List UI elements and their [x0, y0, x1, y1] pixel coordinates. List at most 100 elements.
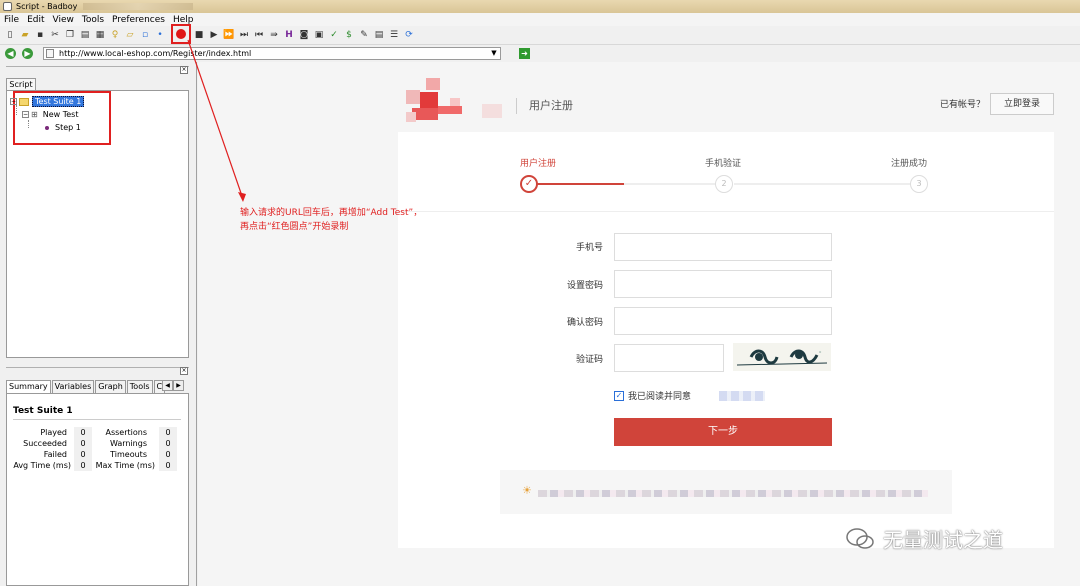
open-icon[interactable]: ▰	[19, 29, 31, 41]
pane-divider	[6, 367, 189, 376]
refresh-icon[interactable]: ⟳	[403, 29, 415, 41]
step-label-1: 用户注册	[520, 159, 557, 169]
fast-forward-icon[interactable]: ⏭	[238, 29, 250, 41]
progress-bar-done	[536, 183, 624, 185]
tab-tools[interactable]: Tools	[126, 380, 153, 393]
tab-variables[interactable]: Variables	[51, 380, 95, 393]
step-label: Step 1	[55, 123, 81, 132]
phone-input[interactable]	[614, 233, 832, 261]
dollar-icon[interactable]: $	[343, 29, 355, 41]
register-card: 用户注册 手机验证 注册成功 ✓ 2 3 手机号 设置密码 确认密码 验证码 ₒ	[398, 132, 1054, 548]
browser-view: 用户注册 已有帐号？ 立即登录 用户注册 手机验证 注册成功 ✓ 2 3 手机号…	[198, 62, 1080, 586]
record-button[interactable]	[171, 24, 191, 44]
url-combobox[interactable]: http://www.local-eshop.com/Register/inde…	[43, 46, 501, 60]
password-input[interactable]	[614, 270, 832, 298]
toolbar: ▯ ▰ ▪ ✂ ❐ ▤ ▦ ♀ ▱ ▫ • ■ ▶ ⏩ ⏭ ⏮ ⇛ H ◙ ▣ …	[0, 24, 1080, 45]
new-icon[interactable]: ▯	[4, 29, 16, 41]
folder-add-icon[interactable]: ▱	[124, 29, 136, 41]
agree-row[interactable]: ✓ 我已阅读并同意	[614, 389, 766, 402]
screen-icon[interactable]: ▣	[313, 29, 325, 41]
annotation-line-1: 输入请求的URL回车后，再增加“Add Test”，	[240, 208, 423, 218]
paste-icon[interactable]: ▤	[79, 29, 91, 41]
close-icon[interactable]: ×	[180, 66, 188, 74]
chevron-right-icon[interactable]: ▶	[173, 380, 184, 391]
rewind-icon[interactable]: ⏮	[253, 29, 265, 41]
pane-header	[6, 66, 189, 75]
step-number-3: 3	[910, 175, 928, 193]
close-icon[interactable]: ×	[180, 367, 188, 375]
stat-label: Timeouts	[110, 450, 147, 459]
agree-checkbox[interactable]: ✓	[614, 390, 624, 401]
play-icon[interactable]: ▶	[208, 29, 220, 41]
tab-script[interactable]: Script	[6, 78, 36, 90]
step-number-2: 2	[715, 175, 733, 193]
menu-help[interactable]: Help	[173, 15, 194, 25]
wechat-icon	[846, 527, 874, 549]
collapse-icon[interactable]: −	[10, 98, 17, 105]
step-label-3: 注册成功	[891, 159, 928, 169]
tab-graph[interactable]: Graph	[95, 380, 126, 393]
watermark: 无量测试之道	[845, 524, 1003, 553]
save-icon[interactable]: ▪	[34, 29, 46, 41]
phone-label: 手机号	[575, 243, 603, 253]
menu-edit[interactable]: Edit	[27, 15, 44, 25]
stat-value: 0	[159, 427, 177, 438]
summary-tabs: Summary Variables Graph Tools C	[6, 380, 166, 393]
stat-label: Warnings	[109, 439, 147, 448]
collapse-icon[interactable]: −	[22, 111, 29, 118]
camera-icon[interactable]: ◙	[298, 29, 310, 41]
left-pane: × Script − Test Suite 1 − ⊞ New Test Ste…	[0, 62, 197, 586]
stat-label: Failed	[43, 450, 67, 459]
tree-item-step[interactable]: Step 1	[45, 123, 81, 132]
test-icon: ⊞	[31, 110, 38, 119]
agreement-link-blurred[interactable]	[719, 390, 766, 401]
agree-label: 我已阅读并同意	[628, 392, 692, 402]
annotation-text: 输入请求的URL回车后，再增加“Add Test”， 再点击“红色圆点”开始录制	[240, 206, 480, 234]
stat-value: 0	[74, 460, 92, 471]
captcha-image[interactable]: ₒ	[733, 343, 831, 371]
print-icon[interactable]: ▦	[94, 29, 106, 41]
stat-value: 0	[159, 460, 177, 471]
title-blurred-region	[83, 3, 194, 10]
tab-summary[interactable]: Summary	[6, 380, 51, 393]
tree-item-test[interactable]: − ⊞ New Test	[22, 110, 78, 119]
stop-icon[interactable]: ■	[193, 29, 205, 41]
small-dot-icon[interactable]: •	[154, 29, 166, 41]
stat-value: 0	[74, 427, 92, 438]
menu-preferences[interactable]: Preferences	[112, 15, 165, 25]
menu-file[interactable]: File	[4, 15, 19, 25]
stat-value: 0	[159, 438, 177, 449]
captcha-input[interactable]	[614, 344, 724, 372]
summary-panel: Test Suite 1 Played 0 Succeeded 0 Failed…	[6, 393, 189, 586]
menu-view[interactable]: View	[53, 15, 74, 25]
add-step-icon[interactable]: ▫	[139, 29, 151, 41]
key-icon[interactable]: ♀	[109, 29, 121, 41]
back-icon[interactable]: ◀	[5, 47, 16, 59]
h-icon[interactable]: H	[283, 29, 295, 41]
confirm-password-input[interactable]	[614, 307, 832, 335]
menu-tools[interactable]: Tools	[82, 15, 104, 25]
forward-icon[interactable]: ▶	[22, 47, 33, 59]
chevron-left-icon[interactable]: ◀	[162, 380, 173, 391]
login-button[interactable]: 立即登录	[990, 93, 1054, 115]
summary-title: Test Suite 1	[13, 406, 73, 416]
page-title: 用户注册	[516, 98, 573, 114]
jump-icon[interactable]: ⇛	[268, 29, 280, 41]
tree-item-suite[interactable]: − Test Suite 1	[10, 96, 85, 107]
next-step-button[interactable]: 下一步	[614, 418, 832, 446]
cut-icon[interactable]: ✂	[49, 29, 61, 41]
play-all-icon[interactable]: ⏩	[223, 29, 235, 41]
go-button[interactable]: ➜	[519, 47, 530, 59]
svg-text:ₒ: ₒ	[819, 348, 822, 355]
chevron-down-icon[interactable]: ▼	[488, 49, 500, 57]
lightbulb-icon: ☀	[522, 484, 532, 497]
stat-label: Assertions	[105, 428, 147, 437]
edit-icon[interactable]: ✎	[358, 29, 370, 41]
copy-icon[interactable]: ❐	[64, 29, 76, 41]
stat-label: Max Time (ms)	[95, 461, 155, 470]
check-icon[interactable]: ✓	[328, 29, 340, 41]
table-icon[interactable]: ▤	[373, 29, 385, 41]
progress-bar	[734, 183, 910, 185]
list-icon[interactable]: ☰	[388, 29, 400, 41]
stat-value: 0	[74, 438, 92, 449]
